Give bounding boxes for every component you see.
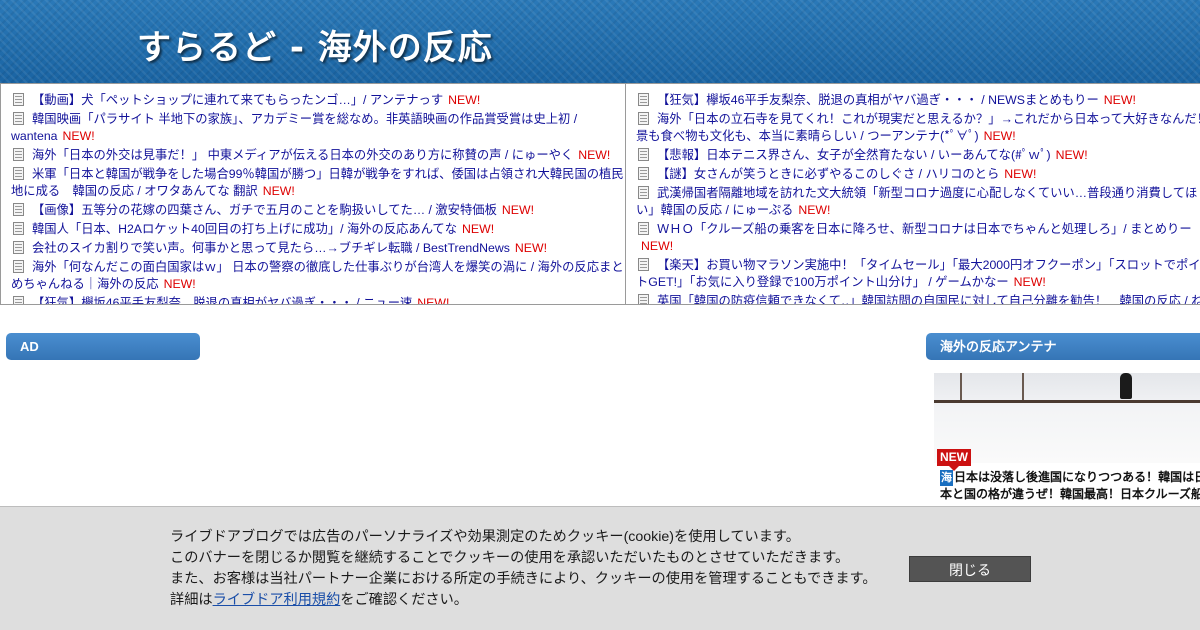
document-icon bbox=[13, 241, 24, 254]
new-label: NEW! bbox=[501, 203, 534, 217]
page-root: すらるど - 海外の反応 【動画】犬「ペットショップに連れて来てもらったンゴ…」… bbox=[0, 0, 1200, 630]
new-label: NEW! bbox=[514, 241, 547, 255]
document-icon bbox=[638, 186, 649, 199]
feed-item-link[interactable]: 【画像】五等分の花嫁の四葉さん、ガチで五月のことを駒扱いしてた… / 激安特価板 bbox=[32, 203, 497, 217]
new-label: NEW! bbox=[448, 93, 481, 107]
feed-item: 【楽天】お買い物マラソン実施中！「タイムセール」「最大2000円オフクーポン」「… bbox=[636, 257, 1200, 291]
cookie-line: また、お客様は当社パートナー企業における所定の手続きにより、クッキーの使用を管理… bbox=[170, 571, 877, 587]
feed-item-link[interactable]: 会社のスイカ割りで笑い声。何事かと思って見たら…→ブチギレ転職 / BestTr… bbox=[32, 241, 510, 255]
feed-item: 海外「何なんだこの面白国家はｗ」 日本の警察の徹底した仕事ぶりが台湾人を爆笑の渦… bbox=[11, 259, 625, 293]
new-label: NEW! bbox=[1103, 93, 1136, 107]
feed-item: 【狂気】欅坂46平手友梨奈、脱退の真相がヤバ過ぎ・・・ / NEWSまとめもりー… bbox=[636, 92, 1200, 109]
ad-section-header: AD bbox=[6, 333, 200, 360]
document-icon bbox=[638, 148, 649, 161]
new-label: NEW! bbox=[1013, 275, 1046, 289]
feed-item-link[interactable]: 海外「日本の外交は見事だ！」 中東メディアが伝える日本の外交のあり方に称賛の声 … bbox=[32, 148, 573, 162]
feed-item-link[interactable]: 海外「日本の立石寺を見てくれ！これが現実だと思えるか？」→これだから日本って大好… bbox=[636, 112, 1200, 143]
feed-item-link[interactable]: 海外「何なんだこの面白国家はｗ」 日本の警察の徹底した仕事ぶりが台湾人を爆笑の渦… bbox=[11, 260, 624, 291]
cookie-notice-text: ライブドアブログでは広告のパーソナライズや効果測定のためクッキー(cookie)… bbox=[170, 527, 890, 611]
cookie-line: 詳細はライブドア利用規約をご確認ください。 bbox=[170, 590, 890, 611]
feed-item: 米軍「日本と韓国が戦争をした場合99％韓国が勝つ」日韓が戦争をすれば、倭国は占領… bbox=[11, 166, 625, 200]
site-mark-icon: 海 bbox=[940, 470, 953, 486]
document-icon bbox=[638, 294, 649, 304]
railing-post bbox=[1022, 373, 1024, 403]
cookie-line: このバナーを閉じるか閲覧を継続することでクッキーの使用を承認いただいたものとさせ… bbox=[170, 550, 850, 566]
feed-item: 武漢帰国者隔離地域を訪れた文大統領「新型コロナ過度に心配しなくていい…普段通り消… bbox=[636, 185, 1200, 219]
new-label: NEW! bbox=[1004, 167, 1037, 181]
person-figure bbox=[1120, 373, 1132, 399]
antenna-feed-right: 【狂気】欅坂46平手友梨奈、脱退の真相がヤバ過ぎ・・・ / NEWSまとめもりー… bbox=[625, 83, 1200, 305]
feed-item: 韓国映画「パラサイト 半地下の家族」、アカデミー賞を総なめ。非英語映画の作品賞受… bbox=[11, 111, 625, 145]
new-label: NEW! bbox=[262, 184, 295, 198]
feed-item: 海外「日本の外交は見事だ！」 中東メディアが伝える日本の外交のあり方に称賛の声 … bbox=[11, 147, 625, 164]
feed-item-link[interactable]: 【動画】犬「ペットショップに連れて来てもらったンゴ…」/ アンテナっす bbox=[32, 93, 443, 107]
new-label: NEW! bbox=[462, 222, 495, 236]
feed-item: 【悲報】日本テニス界さん、女子が全然育たない / いーあんてな(#ﾟｗﾟ) NEW… bbox=[636, 147, 1200, 164]
antenna-section-header: 海外の反応アンテナ bbox=[926, 333, 1200, 360]
feed-item: ＷＨＯ「クルーズ船の乗客を日本に降ろせ、新型コロナは日本でちゃんと処理しろ」/ … bbox=[636, 221, 1200, 255]
document-icon bbox=[638, 93, 649, 106]
feed-item: 会社のスイカ割りで笑い声。何事かと思って見たら…→ブチギレ転職 / BestTr… bbox=[11, 240, 625, 257]
feed-item: 【画像】五等分の花嫁の四葉さん、ガチで五月のことを駒扱いしてた… / 激安特価板… bbox=[11, 202, 625, 219]
document-icon bbox=[13, 112, 24, 125]
new-label: NEW! bbox=[983, 129, 1016, 143]
feed-item: 英国「韓国の防疫信頼できなくて‥」韓国訪問の自国民に対して自己分離を勧告！ 韓国… bbox=[636, 293, 1200, 304]
document-icon bbox=[638, 167, 649, 180]
antenna-article-link[interactable]: 海日本は没落し後進国になりつつある！韓国は日 本と国の格が違うぜ！韓国最高！日本… bbox=[940, 469, 1200, 502]
article-title-line2: 本と国の格が違うぜ！韓国最高！日本クルーズ船 bbox=[940, 487, 1200, 501]
article-title-line1: 日本は没落し後進国になりつつある！韓国は日 bbox=[954, 470, 1200, 484]
new-label: NEW! bbox=[641, 239, 674, 253]
close-button[interactable]: 閉じる bbox=[909, 556, 1031, 582]
new-label: NEW! bbox=[578, 148, 611, 162]
feed-item-link[interactable]: 【狂気】欅坂46平手友梨奈、脱退の真相がヤバ過ぎ・・・ / NEWSまとめもりー bbox=[657, 93, 1099, 107]
document-icon bbox=[638, 258, 649, 271]
feed-item-link[interactable]: 【楽天】お買い物マラソン実施中！「タイムセール」「最大2000円オフクーポン」「… bbox=[636, 258, 1200, 289]
new-label: NEW! bbox=[798, 203, 831, 217]
feed-item-link[interactable]: ＷＨＯ「クルーズ船の乗客を日本に降ろせ、新型コロナは日本でちゃんと処理しろ」/ … bbox=[657, 222, 1192, 236]
feed-item-link[interactable]: 【謎】女さんが笑うときに必ずやるこのしぐさ / ハリコのとら bbox=[657, 167, 999, 181]
feed-item-link[interactable]: 米軍「日本と韓国が戦争をした場合99％韓国が勝つ」日韓が戦争をすれば、倭国は占領… bbox=[11, 167, 624, 198]
feed-item-link[interactable]: 武漢帰国者隔離地域を訪れた文大統領「新型コロナ過度に心配しなくていい…普段通り消… bbox=[636, 186, 1200, 217]
feed-item-link[interactable]: 【悲報】日本テニス界さん、女子が全然育たない / いーあんてな(#ﾟｗﾟ) bbox=[657, 148, 1051, 162]
cookie-details-suffix: をご確認ください。 bbox=[340, 592, 468, 608]
cookie-details-prefix: 詳細は bbox=[170, 592, 213, 608]
document-icon bbox=[13, 167, 24, 180]
document-icon bbox=[13, 148, 24, 161]
document-icon bbox=[638, 112, 649, 125]
antenna-feed-left: 【動画】犬「ペットショップに連れて来てもらったンゴ…」/ アンテナっす NEW! 韓… bbox=[0, 83, 626, 305]
site-title[interactable]: すらるど - 海外の反応 bbox=[137, 20, 493, 69]
feed-item: 韓国人「日本、H2Aロケット40回目の打ち上げに成功」/ 海外の反応あんてな NE… bbox=[11, 221, 625, 238]
feed-item-link[interactable]: 韓国人「日本、H2Aロケット40回目の打ち上げに成功」/ 海外の反応あんてな bbox=[32, 222, 457, 236]
document-icon bbox=[13, 222, 24, 235]
new-label: NEW! bbox=[62, 129, 95, 143]
feed-item-link[interactable]: 英国「韓国の防疫信頼できなくて‥」韓国訪問の自国民に対して自己分離を勧告！ 韓国… bbox=[636, 294, 1200, 304]
cookie-banner: ライブドアブログでは広告のパーソナライズや効果測定のためクッキー(cookie)… bbox=[0, 506, 1200, 630]
terms-link[interactable]: ライブドア利用規約 bbox=[213, 592, 341, 608]
feed-item-link[interactable]: 【狂気】欅坂46平手友梨奈、脱退の真相がヤバ過ぎ・・・ / ニュー速 bbox=[32, 296, 412, 304]
site-header: すらるど - 海外の反応 bbox=[0, 0, 1200, 83]
new-label: NEW! bbox=[417, 296, 450, 305]
document-icon bbox=[13, 260, 24, 273]
new-label: NEW! bbox=[1055, 148, 1088, 162]
cookie-line: ライブドアブログでは広告のパーソナライズや効果測定のためクッキー(cookie)… bbox=[170, 529, 800, 545]
new-badge: NEW bbox=[937, 449, 971, 471]
feed-item: 【動画】犬「ペットショップに連れて来てもらったンゴ…」/ アンテナっす NEW! bbox=[11, 92, 625, 109]
document-icon bbox=[638, 222, 649, 235]
feed-item-link[interactable]: 韓国映画「パラサイト 半地下の家族」、アカデミー賞を総なめ。非英語映画の作品賞受… bbox=[11, 112, 577, 143]
railing-post bbox=[960, 373, 962, 403]
feed-item: 海外「日本の立石寺を見てくれ！これが現実だと思えるか？」→これだから日本って大好… bbox=[636, 111, 1200, 145]
document-icon bbox=[13, 296, 24, 304]
railing bbox=[934, 400, 1200, 403]
document-icon bbox=[13, 203, 24, 216]
feed-item: 【謎】女さんが笑うときに必ずやるこのしぐさ / ハリコのとら NEW! bbox=[636, 166, 1200, 183]
document-icon bbox=[13, 93, 24, 106]
new-label: NEW! bbox=[163, 277, 196, 291]
feed-item: 【狂気】欅坂46平手友梨奈、脱退の真相がヤバ過ぎ・・・ / ニュー速 NEW! bbox=[11, 295, 625, 305]
article-thumbnail[interactable] bbox=[934, 373, 1200, 463]
